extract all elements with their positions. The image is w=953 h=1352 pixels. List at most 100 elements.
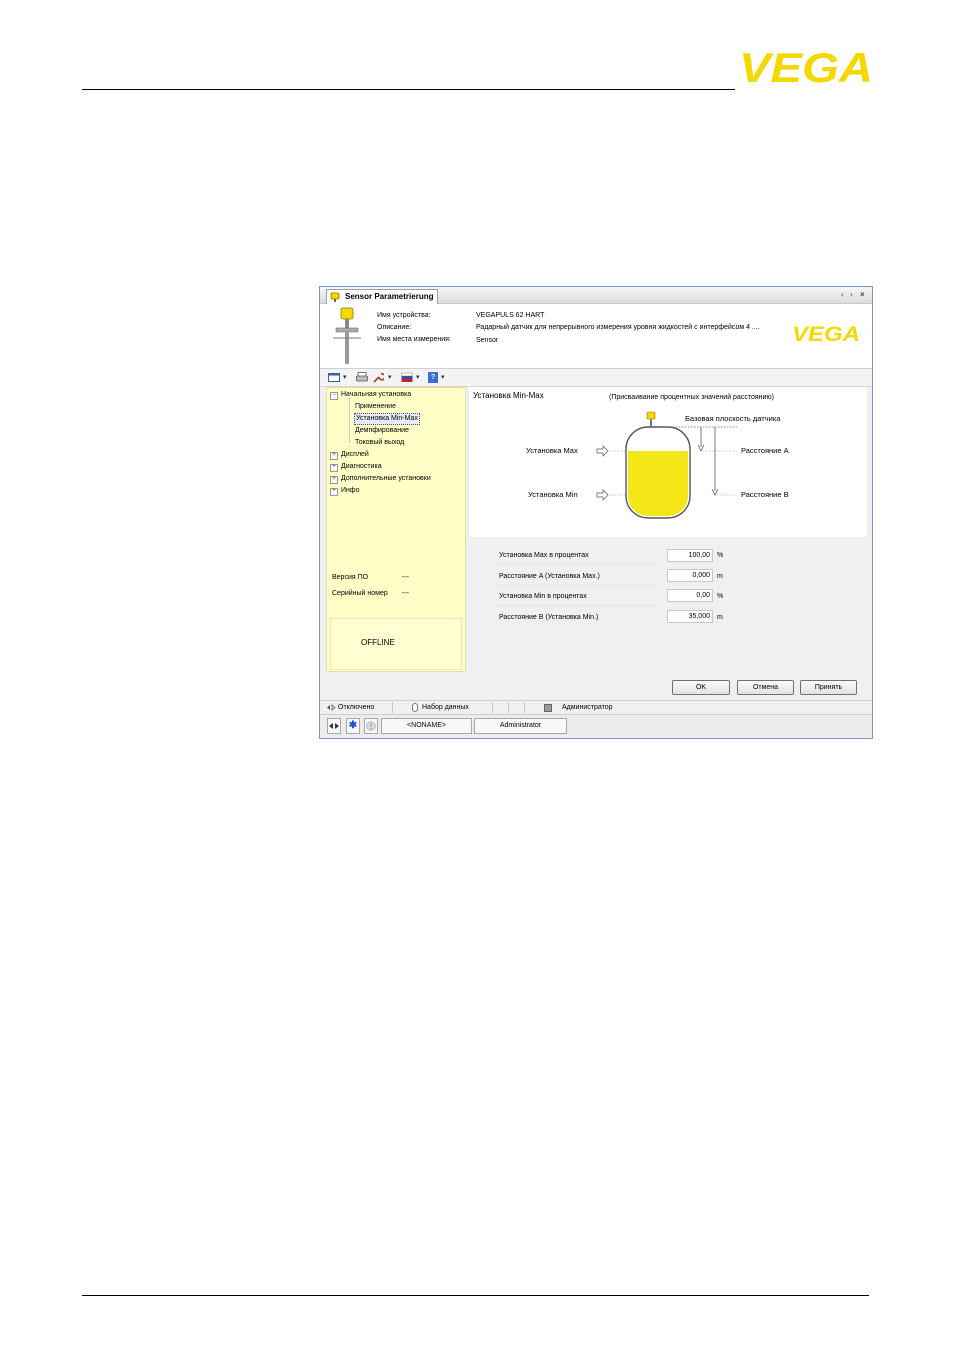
max-percent-label: Установка Max в процентах [499,552,589,559]
view-dropdown-icon[interactable]: ▾ [343,372,347,383]
tree-item-damping[interactable]: Демпфирование [355,426,409,436]
tree-item-display[interactable]: + Дисплей [330,450,369,460]
window-icon[interactable] [328,372,340,383]
device-name-label: Имя устройства: [377,312,431,319]
device-tag-label: Имя места измерения: [377,336,451,343]
distance-b-input[interactable] [667,610,713,623]
tree-item-label: Диагностика [341,463,382,470]
expand-icon[interactable]: + [330,488,338,496]
min-percent-input[interactable] [667,589,713,602]
sensor-window: Sensor Parametrierung ‹ › × Имя устройст… [319,286,873,739]
distance-b-field-label: Расстояние B (Установка Min.) [499,614,599,621]
status-bar: Отключено Набор данных Администратор [320,700,872,714]
tree-item-diagnostics[interactable]: + Диагностика [330,462,382,472]
help-dropdown-icon[interactable]: ▾ [441,372,445,383]
max-percent-unit: % [717,552,724,559]
device-desc-value: Радарный датчик для непрерывного измерен… [476,324,760,331]
apply-button[interactable]: Принять [800,680,857,695]
expand-icon[interactable]: + [330,476,338,484]
role-status: Администратор [562,704,613,711]
vega-logo-text: VEGA [739,48,873,88]
distance-a-field-label: Расстояние A (Установка Max.) [499,573,600,580]
tree-item-label: Начальная установка [341,391,412,398]
device-tag-value: Sensor [476,337,499,344]
device-name-value: VEGAPULS 62 HART [476,312,545,319]
sensor-icon [330,292,340,302]
min-adjust-label: Установка Min [528,490,578,499]
min-max-panel: Установка Min-Max (Присваивание процентн… [469,387,867,537]
tree-item-label: Дисплей [341,451,369,458]
prev-tab-icon[interactable]: ‹ [841,290,844,300]
distance-b-label: Расстояние B [741,490,789,499]
min-percent-label: Установка Min в процентах [499,593,587,600]
max-adjust-label: Установка Max [526,446,578,455]
tab-sensor-parametrierung[interactable]: Sensor Parametrierung [326,289,439,304]
serial-label: Серийный номер [332,590,388,597]
tree-item-label: Инфо [341,487,360,494]
connection-state-box: OFFLINE [330,618,462,670]
form-divider [496,605,658,606]
close-icon[interactable]: × [860,290,865,300]
radar-sensor-icon [333,307,361,364]
tree-connector [349,398,351,443]
toolbar: ▾ ▾ ▾ ? ▾ [320,369,872,387]
help-icon[interactable]: ? [428,372,438,383]
user-name-field[interactable]: Administrator [474,718,567,734]
project-name-field[interactable]: <NONAME> [381,718,472,734]
ok-button[interactable]: OK [672,680,730,695]
sensor-plane-label: Базовая плоскость датчика [685,414,781,423]
device-header: Имя устройства: VEGAPULS 62 HART Описани… [320,304,872,369]
serial-value: --- [402,590,409,597]
expand-icon[interactable]: + [330,464,338,472]
title-bar: Sensor Parametrierung ‹ › × [320,287,872,304]
vega-small-logo-text: VEGA [792,324,860,344]
min-percent-unit: % [717,593,724,600]
user-icon [544,704,552,712]
dataset-icon [412,703,418,712]
vega-logo: VEGA [739,48,873,88]
status-divider [524,702,525,713]
tree-item-min-max[interactable]: Установка Min-Max [354,413,420,425]
connect-icon [329,723,339,729]
tree-item-label: Дополнительные установки [341,475,431,482]
firmware-value: --- [402,574,409,581]
vega-small-logo: VEGA [792,324,860,344]
expand-icon[interactable]: + [330,452,338,460]
firmware-label: Версия ПО [332,574,369,581]
status-divider [492,702,493,713]
distance-a-unit: m [717,573,723,580]
status-divider [392,702,393,713]
star-button[interactable]: ✱ [346,718,360,734]
printer-icon[interactable] [356,372,368,383]
tree-item-info[interactable]: + Инфо [330,486,360,496]
tab-label: Sensor Parametrierung [345,292,434,301]
lang-dropdown-icon[interactable]: ▾ [416,372,420,383]
tree-item-application[interactable]: Применение [355,402,396,412]
collapse-icon[interactable]: − [330,392,338,400]
tree-item-initial-setup[interactable]: − Начальная установка [330,390,411,400]
disconnected-icon [327,704,336,711]
tree-item-current-output[interactable]: Токовый выход [355,438,404,448]
tank-diagram [596,411,737,519]
distance-b-unit: m [717,614,723,621]
device-desc-label: Описание: [377,324,412,331]
wrench-icon[interactable] [372,372,384,383]
tree-item-additional-settings[interactable]: + Дополнительные установки [330,474,431,484]
status-divider [508,702,509,713]
cancel-button[interactable]: Отмена [737,680,794,695]
max-percent-input[interactable] [667,549,713,562]
dataset-status: Набор данных [422,704,469,711]
info-icon [366,721,376,731]
distance-a-input[interactable] [667,569,713,582]
distance-a-label: Расстояние A [741,446,789,455]
connection-status: Отключено [338,704,375,711]
header-rule [82,89,735,90]
offline-status: OFFLINE [361,638,395,647]
navigation-tree: − Начальная установка Применение Установк… [326,387,466,672]
tools-dropdown-icon[interactable]: ▾ [388,372,392,383]
connect-button[interactable] [327,718,341,734]
next-tab-icon[interactable]: › [850,290,853,300]
footer-rule [82,1295,869,1296]
info-button[interactable] [364,718,378,734]
flag-icon[interactable] [401,372,413,383]
